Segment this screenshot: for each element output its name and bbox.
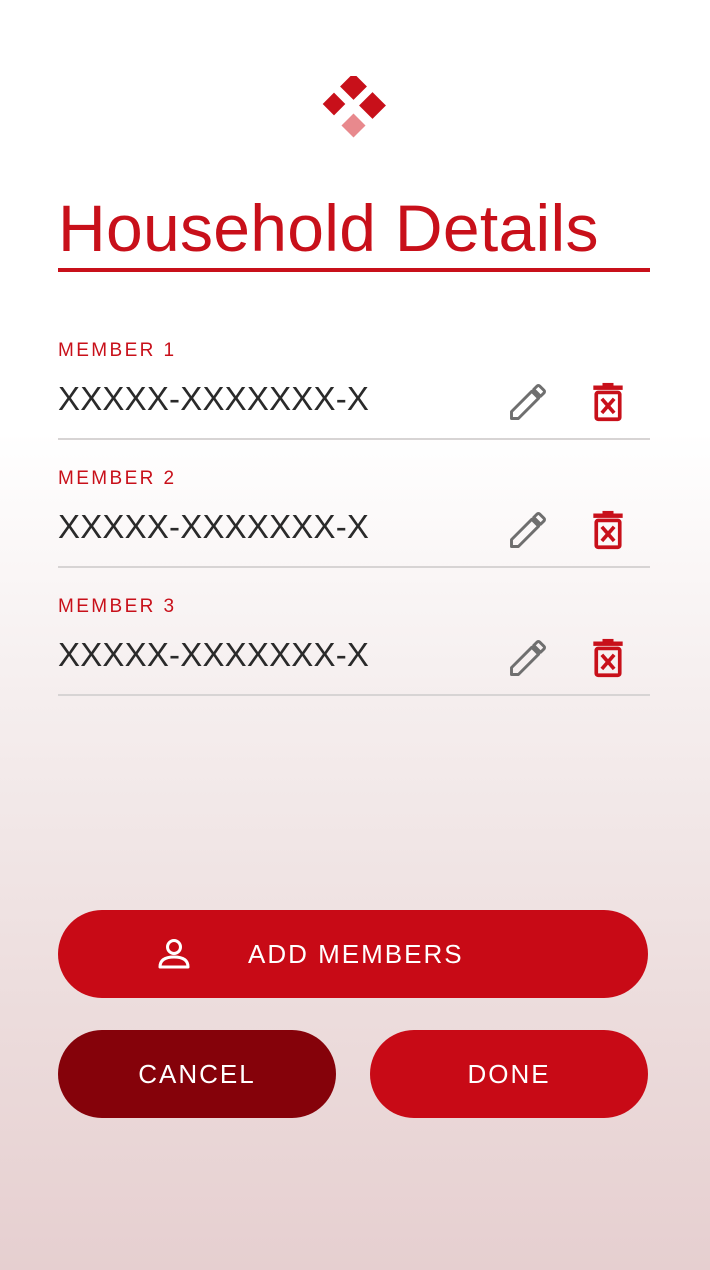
- diamond-logo-icon: [322, 76, 386, 138]
- edit-member-button[interactable]: [506, 380, 550, 424]
- delete-member-button[interactable]: [586, 508, 630, 552]
- add-members-label: ADD MEMBERS: [248, 939, 464, 969]
- page-title: Household Details: [58, 191, 599, 265]
- member-label: MEMBER 3: [58, 596, 177, 617]
- pencil-icon: [510, 512, 546, 548]
- cancel-label: CANCEL: [138, 1059, 256, 1089]
- member-row: MEMBER 2 XXXXX-XXXXXXX-X: [58, 468, 650, 568]
- delete-member-button[interactable]: [586, 380, 630, 424]
- title-underline: [58, 268, 650, 272]
- member-id-value: XXXXX-XXXXXXX-X: [58, 380, 370, 417]
- delete-member-button[interactable]: [586, 636, 630, 680]
- member-id-value: XXXXX-XXXXXXX-X: [58, 636, 370, 673]
- member-id-value: XXXXX-XXXXXXX-X: [58, 508, 370, 545]
- done-button[interactable]: DONE: [370, 1030, 648, 1118]
- edit-member-button[interactable]: [506, 636, 550, 680]
- member-label: MEMBER 2: [58, 468, 177, 489]
- pencil-icon: [510, 640, 546, 676]
- member-row: MEMBER 3 XXXXX-XXXXXXX-X: [58, 596, 650, 696]
- pencil-icon: [510, 384, 546, 420]
- member-label: MEMBER 1: [58, 340, 177, 361]
- trash-icon: [593, 382, 623, 422]
- trash-icon: [593, 510, 623, 550]
- add-members-button[interactable]: ADD MEMBERS: [58, 910, 648, 998]
- person-icon: [158, 939, 190, 969]
- member-row: MEMBER 1 XXXXX-XXXXXXX-X: [58, 340, 650, 440]
- trash-icon: [593, 638, 623, 678]
- cancel-button[interactable]: CANCEL: [58, 1030, 336, 1118]
- done-label: DONE: [467, 1059, 551, 1089]
- edit-member-button[interactable]: [506, 508, 550, 552]
